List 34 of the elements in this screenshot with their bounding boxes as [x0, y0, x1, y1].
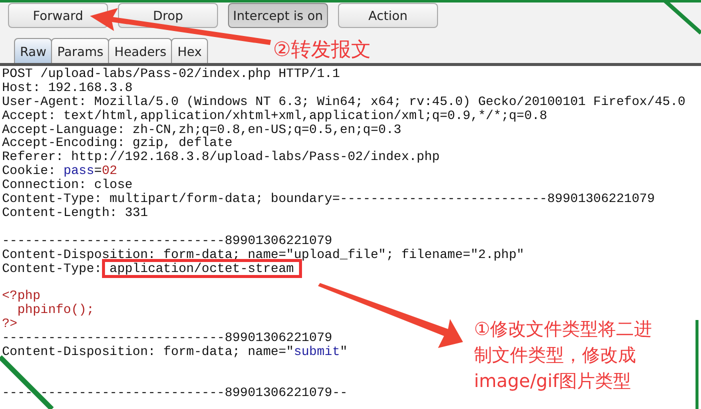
request-text: Cookie: — [2, 163, 57, 178]
annotation-text: ②转发报文 — [273, 36, 371, 63]
request-text: " — [340, 344, 348, 359]
toolbar-button[interactable]: Intercept is on — [228, 3, 328, 28]
tab[interactable]: Hex — [171, 38, 208, 63]
request-text: Content-Disposition: form-data; name=" — [2, 344, 294, 359]
request-text: Accept-Encoding: gzip, deflate — [2, 135, 232, 150]
request-text: Referer: http://192.168.3.8/upload-labs/Pass-02/index.php — [2, 149, 440, 164]
request-text: User-Agent: Mozilla/5.0 (Windows NT 6.3; Win64; x64; rv:45.0) Gecko/20100101 Firefox/45.0 — [2, 94, 686, 109]
request-text: Connection: close — [2, 177, 133, 192]
request-text: Accept: text/html,application/xhtml+xml,application/xml;q=0.9,*/*;q=0.8 — [2, 108, 548, 123]
request-text: -----------------------------89901306221079 — [2, 232, 332, 248]
param-name: pass — [63, 163, 94, 178]
param-name: submit — [294, 344, 340, 359]
request-text: = — [94, 163, 102, 178]
param-value: 02 — [102, 163, 118, 178]
request-text: Host: 192.168.3.8 — [2, 80, 133, 95]
tab[interactable]: Headers — [108, 38, 172, 63]
toolbar-button[interactable]: Action — [338, 3, 438, 28]
request-text: Content-Disposition: form-data; name="upload_file"; filename="2.php" — [2, 246, 524, 262]
tab[interactable]: Params — [51, 38, 110, 63]
request-text: Content-Type: multipart/form-data; boundary=---------------------------89901306221079 — [2, 191, 655, 206]
tab[interactable]: Raw — [14, 38, 52, 63]
request-text: Content-Length: 331 — [2, 204, 148, 220]
php-code: <?php — [2, 288, 40, 304]
php-code: ?> — [2, 316, 18, 332]
request-text: Accept-Language: zh-CN,zh;q=0.8,en-US;q=0.5,en;q=0.3 — [2, 122, 402, 137]
request-text: -----------------------------89901306221079 — [2, 330, 332, 345]
annotation-text: ①修改文件类型将二进制文件类型，修改成image/gif图片类型 — [474, 318, 654, 394]
content-type-value: application/octet-stream — [102, 259, 302, 278]
request-text: POST /upload-labs/Pass-02/index.php HTTP/1.1 — [2, 66, 340, 81]
request-text: Content-Type: — [2, 261, 103, 276]
php-code: phpinfo(); — [16, 302, 94, 318]
toolbar-button[interactable]: Forward — [8, 3, 108, 28]
